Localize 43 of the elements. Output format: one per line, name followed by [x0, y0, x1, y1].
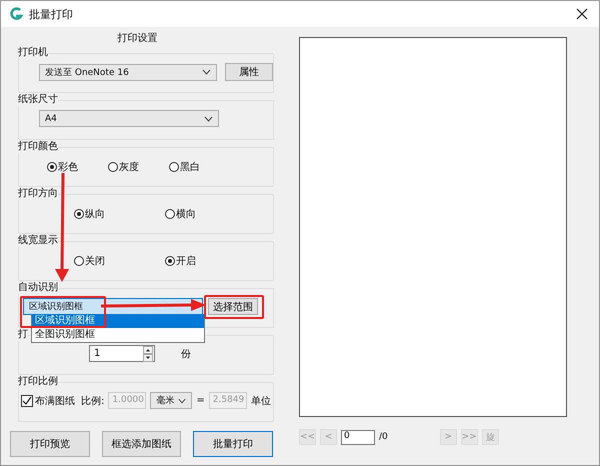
- radio-option[interactable]: 彩色: [47, 160, 78, 174]
- group-label: 打印比例: [18, 375, 58, 388]
- select-range-button[interactable]: 选择范围: [208, 298, 258, 315]
- radio-option[interactable]: 横向: [165, 207, 196, 221]
- spinner-arrows-icon[interactable]: [143, 346, 153, 362]
- dropdown-item[interactable]: 区域识别图框: [32, 314, 204, 328]
- page-total: /0: [379, 432, 388, 442]
- checkmark-icon: [22, 396, 32, 406]
- window-title: 批量打印: [29, 6, 73, 22]
- chevron-down-icon: [204, 116, 213, 122]
- fill-paper-checkbox[interactable]: 布满图纸: [21, 394, 75, 408]
- chevron-down-icon: [202, 69, 212, 75]
- group-label: 打印方向: [18, 187, 58, 200]
- printer-select[interactable]: 发送至 OneNote 16: [39, 64, 218, 80]
- group-label: 打: [18, 328, 28, 341]
- properties-button[interactable]: 属性: [225, 63, 273, 81]
- radio-option[interactable]: 黑白: [169, 160, 200, 174]
- section-heading: 打印设置: [116, 32, 158, 46]
- radio-option[interactable]: 开启: [165, 254, 196, 268]
- page-number-field[interactable]: 0: [341, 430, 375, 444]
- dropdown-item[interactable]: 全图识别图框: [32, 328, 204, 342]
- group-label: 自动识别: [18, 281, 58, 294]
- equals-sign: =: [196, 395, 205, 406]
- action-button[interactable]: 框选添加图纸: [102, 431, 181, 457]
- paper-size-select[interactable]: A4: [39, 110, 219, 127]
- action-button[interactable]: 打印预览: [10, 431, 90, 457]
- radio-option[interactable]: 纵向: [74, 207, 105, 221]
- unit-select[interactable]: 毫米: [150, 392, 192, 409]
- highlight-box: [204, 295, 264, 319]
- radio-option[interactable]: 灰度: [108, 160, 139, 174]
- ratio-label: 比例:: [81, 394, 104, 408]
- group-label: 线宽显示: [18, 234, 58, 247]
- action-button[interactable]: 批量打印: [193, 431, 273, 457]
- group-label: 打印机: [18, 46, 48, 59]
- radio-option[interactable]: 关闭: [74, 254, 105, 268]
- group-label: 纸张尺寸: [18, 93, 58, 106]
- app-logo-icon: [9, 7, 23, 21]
- unit-label: 份: [181, 348, 191, 360]
- group-label: 打印颜色: [18, 140, 58, 153]
- close-icon[interactable]: [576, 8, 588, 20]
- unit-label: 单位: [250, 394, 271, 408]
- copies-spinner[interactable]: 1: [89, 345, 155, 362]
- chevron-down-icon: [178, 398, 186, 404]
